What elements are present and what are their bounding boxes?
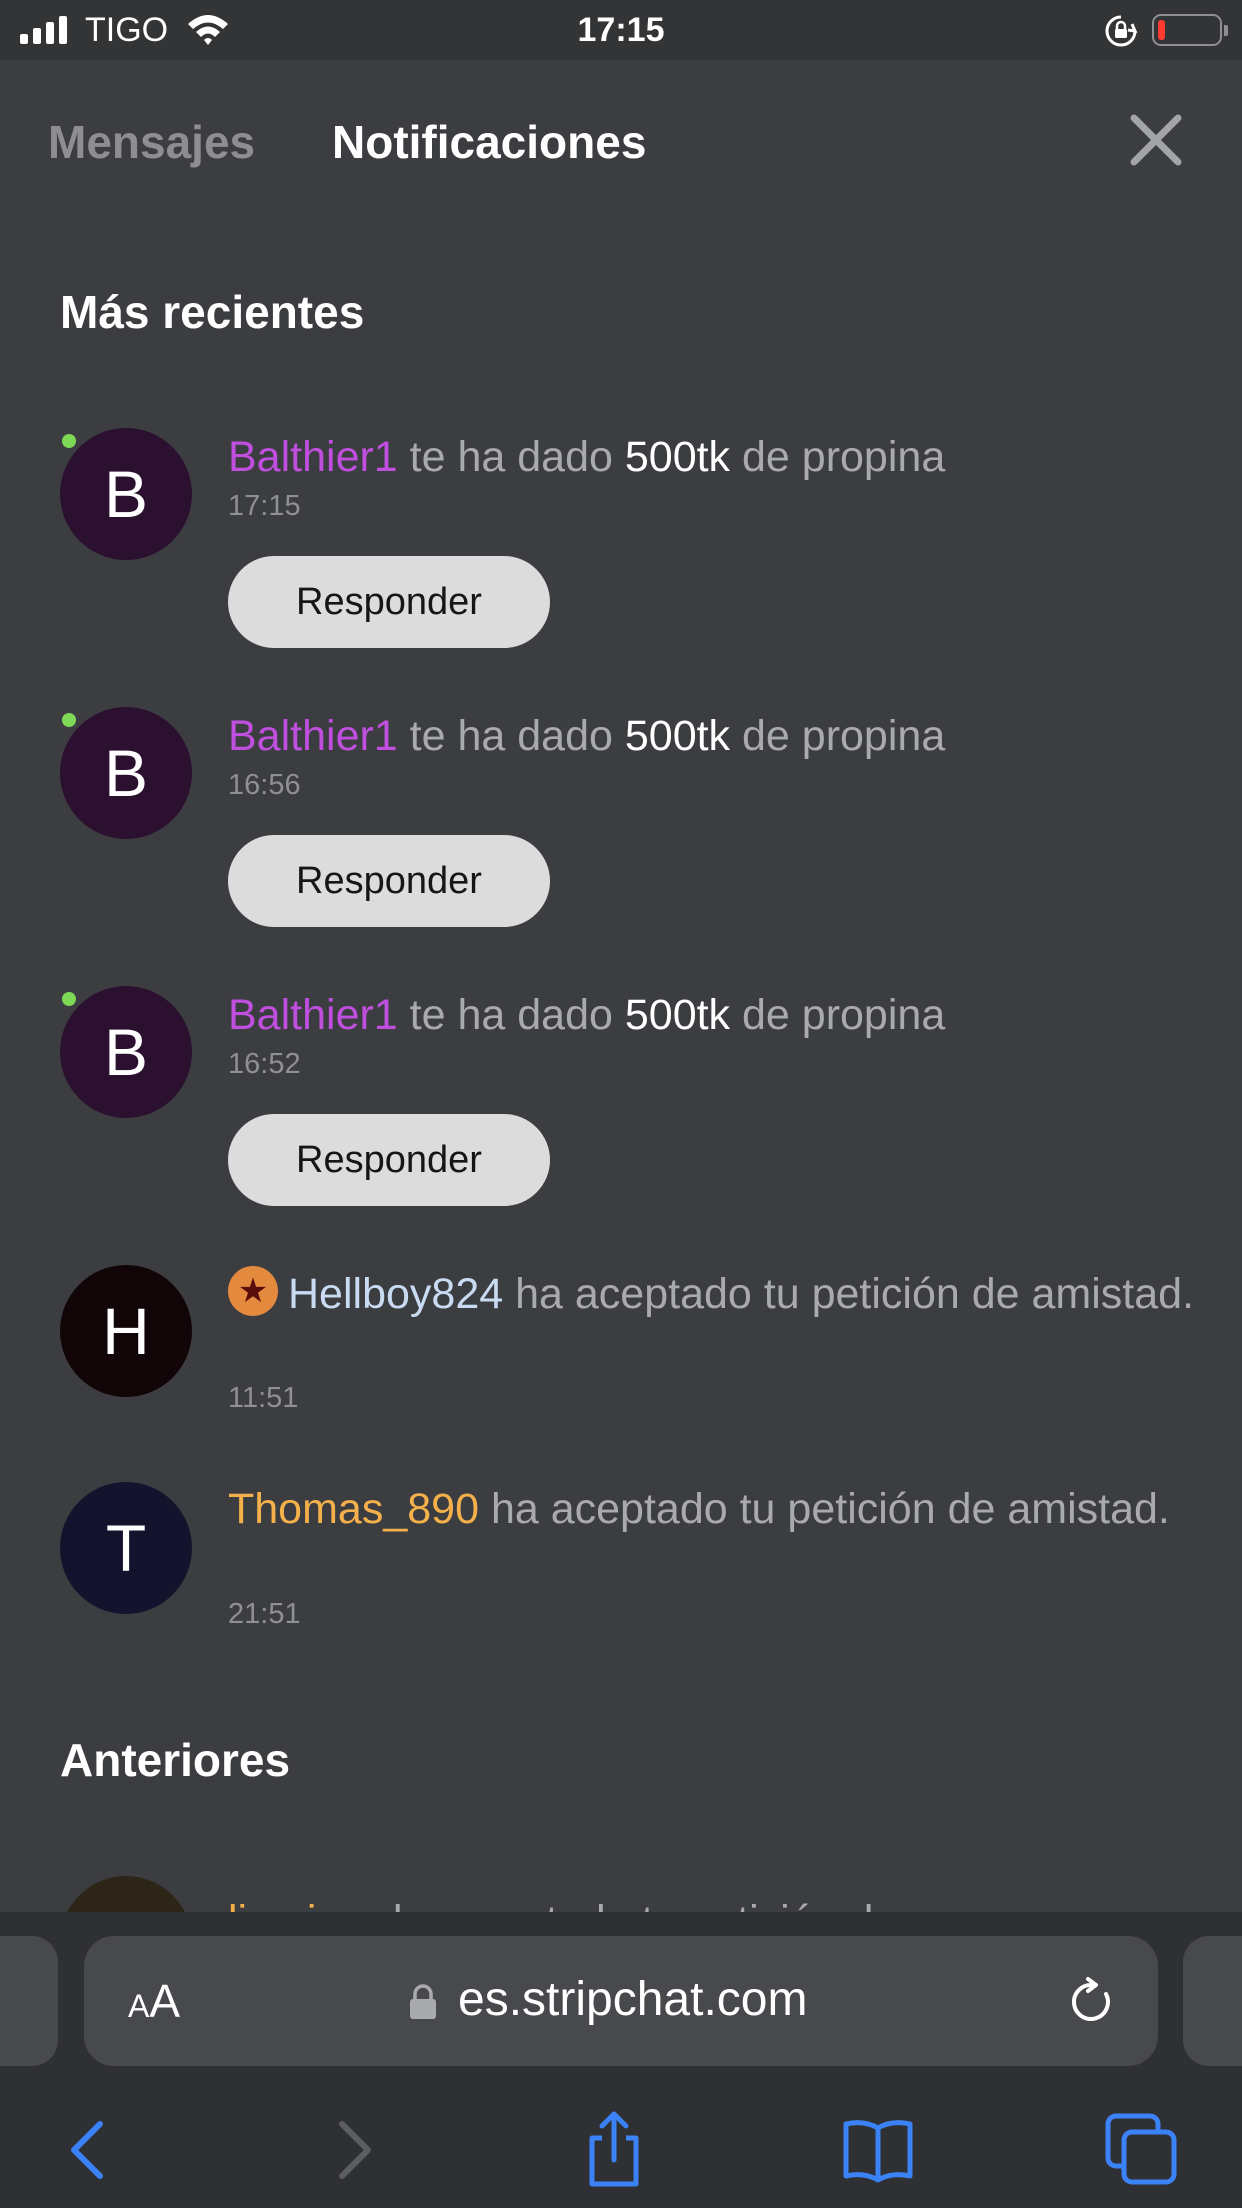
star-icon: ★ [228, 1266, 278, 1316]
previous-tab-preview[interactable] [0, 1936, 58, 2066]
username-link[interactable]: Balthier1 [228, 991, 398, 1039]
back-chevron-icon[interactable] [48, 2110, 128, 2190]
tip-amount: 500tk [624, 991, 731, 1039]
notification-message: ha aceptado tu petición de amistad. [479, 1485, 1170, 1533]
avatar[interactable]: B [60, 986, 192, 1118]
avatar[interactable]: B [60, 707, 192, 839]
notification-time: 16:56 [228, 769, 301, 801]
notification-time: 21:51 [228, 1598, 301, 1630]
tip-amount: 500tk [624, 712, 731, 760]
tab-messages[interactable]: Mensajes [48, 112, 255, 172]
username-link[interactable]: Balthier1 [228, 433, 398, 481]
section-title-recent: Más recientes [60, 286, 365, 338]
online-indicator [62, 713, 76, 727]
tabs-icon[interactable] [1102, 2110, 1182, 2190]
notification-text: Thomas_890 ha aceptado tu petición de am… [228, 1482, 1208, 1536]
aa-small-glyph: A [128, 1988, 150, 2024]
share-icon[interactable] [574, 2110, 654, 2190]
notification-message: ha aceptado tu petición de amistad. [503, 1270, 1195, 1318]
notification-message: de propina [730, 712, 946, 760]
reload-icon[interactable] [1066, 1976, 1118, 2028]
status-bar: TIGO 17:15 [0, 0, 1242, 60]
forward-chevron-icon[interactable] [314, 2110, 394, 2190]
avatar[interactable]: B [60, 428, 192, 560]
tab-notifications[interactable]: Notificaciones [332, 112, 646, 172]
tip-amount: 500tk [624, 433, 731, 481]
reply-button[interactable]: Responder [228, 556, 550, 648]
online-indicator [62, 434, 76, 448]
close-icon[interactable] [1128, 112, 1184, 168]
notification-time: 17:15 [228, 490, 301, 522]
username-link[interactable]: limaizzx [228, 1897, 381, 1912]
username-link[interactable]: Balthier1 [228, 712, 398, 760]
notification-message: te ha dado [397, 991, 625, 1039]
avatar[interactable] [60, 1876, 192, 1912]
notification-text: Balthier1 te ha dado 500tk de propina [228, 709, 1208, 763]
reply-button[interactable]: Responder [228, 835, 550, 927]
notification-item-partial: limaizzx ha aceptado tu petición de [0, 1866, 1242, 1912]
notification-text: limaizzx ha aceptado tu petición de [228, 1894, 897, 1912]
notification-time: 16:52 [228, 1048, 301, 1080]
online-indicator [62, 992, 76, 1006]
status-time: 17:15 [577, 11, 665, 49]
username-link[interactable]: Thomas_890 [228, 1485, 479, 1533]
notification-message: ha aceptado tu petición de [381, 1897, 897, 1912]
notification-message: de propina [730, 433, 946, 481]
notification-message: de propina [730, 991, 946, 1039]
avatar[interactable]: T [60, 1482, 192, 1614]
bookmarks-icon[interactable] [838, 2110, 918, 2190]
url-text[interactable]: es.stripchat.com [458, 1972, 807, 2028]
avatar[interactable]: H [60, 1265, 192, 1397]
notification-text: Balthier1 te ha dado 500tk de propina [228, 988, 1208, 1042]
notification-text: Balthier1 te ha dado 500tk de propina [228, 430, 1208, 484]
aa-large-glyph: A [149, 1975, 181, 2027]
notification-message: te ha dado [397, 712, 625, 760]
lock-icon [410, 1984, 436, 2019]
reply-button[interactable]: Responder [228, 1114, 550, 1206]
rotation-lock-icon [1105, 15, 1138, 47]
battery-icon [1152, 14, 1228, 46]
username-link[interactable]: Hellboy824 [288, 1270, 503, 1318]
section-title-previous: Anteriores [60, 1734, 291, 1786]
reader-settings-button[interactable]: AA [128, 1974, 180, 2033]
next-tab-preview[interactable] [1183, 1936, 1242, 2066]
notification-message: te ha dado [397, 433, 625, 481]
notification-text: ★ Hellboy824 ha aceptado tu petición de a… [228, 1266, 1208, 1321]
notification-time: 11:51 [228, 1382, 299, 1414]
